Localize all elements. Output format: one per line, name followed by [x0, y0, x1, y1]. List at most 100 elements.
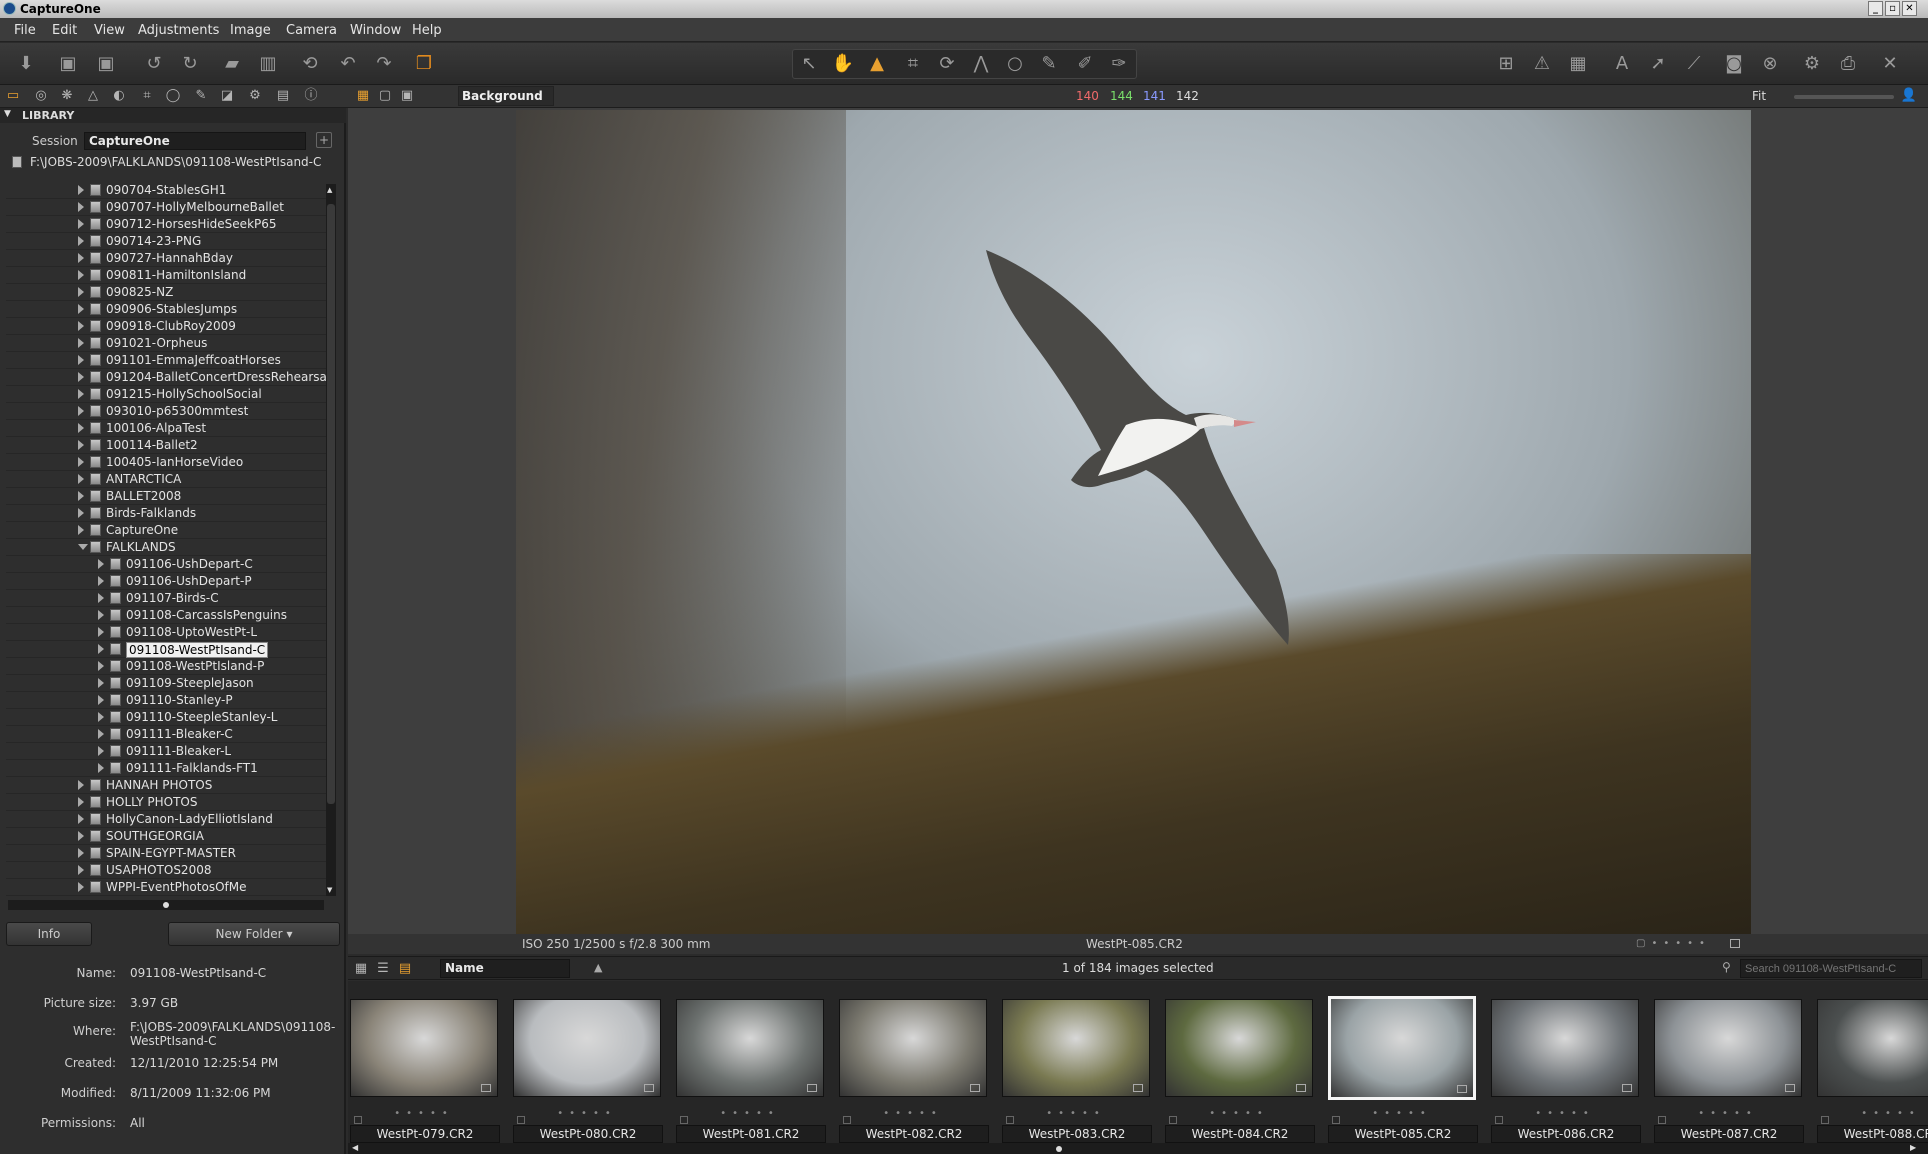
scroll-thumb[interactable] [327, 204, 335, 804]
filmstrip-scroll-right-icon[interactable]: ▶ [1910, 1143, 1916, 1152]
rating-dots[interactable]: ••••• [1491, 1108, 1639, 1119]
tree-row[interactable]: ANTARCTICA [6, 471, 326, 488]
tree-row[interactable]: 091108-WestPtIsland-P [6, 658, 326, 675]
tree-row[interactable]: USAPHOTOS2008 [6, 862, 326, 879]
menu-image[interactable]: Image [230, 23, 271, 38]
exposure-warning-icon[interactable]: ⚠ [1530, 52, 1554, 76]
tree-row[interactable]: 091215-HollySchoolSocial [6, 386, 326, 403]
library-header[interactable]: ▼ LIBRARY [0, 108, 346, 123]
grid-view-icon[interactable]: ▦ [354, 87, 372, 105]
thumbnail[interactable]: ••••• WestPt-085.CR2 [1328, 993, 1478, 1143]
tree-row[interactable]: 100405-IanHorseVideo [6, 454, 326, 471]
collapsed-arrow-icon[interactable] [98, 610, 104, 620]
zoom-level[interactable]: Fit [1752, 89, 1766, 103]
rating-dots[interactable]: ••••• [676, 1108, 824, 1119]
session-dropdown[interactable]: CaptureOne [84, 132, 306, 150]
collapsed-arrow-icon[interactable] [98, 746, 104, 756]
crop-icon[interactable]: ⌗ [901, 52, 925, 76]
print-icon[interactable]: ⎙ [1836, 52, 1860, 76]
tree-row[interactable]: SOUTHGEORGIA [6, 828, 326, 845]
select-cursor-icon[interactable]: ↖ [797, 52, 821, 76]
tree-row[interactable]: CaptureOne [6, 522, 326, 539]
maximize-button[interactable]: ▫ [1885, 1, 1900, 16]
collapsed-arrow-icon[interactable] [78, 202, 84, 212]
thumbnail-image[interactable] [676, 999, 824, 1097]
sort-dropdown[interactable]: Name [440, 959, 570, 978]
rating-dots[interactable]: ••••• [1654, 1108, 1802, 1119]
rotate-tool-icon[interactable]: ⟳ [935, 52, 959, 76]
camera-icon[interactable]: ▣ [94, 52, 118, 76]
collapsed-arrow-icon[interactable] [98, 729, 104, 739]
add-session-icon[interactable]: + [316, 132, 332, 148]
tree-row[interactable]: 091108-CarcassIsPenguins [6, 607, 326, 624]
redo-icon[interactable]: ↷ [372, 52, 396, 76]
library-tab-icon[interactable]: ▭ [4, 87, 22, 105]
zoom-slider[interactable] [1794, 95, 1894, 99]
folder-icon[interactable]: ▰ [220, 52, 244, 76]
filmstrip-scroll-left-icon[interactable]: ◀ [352, 1143, 358, 1152]
details-tab-icon[interactable]: ◯ [164, 87, 182, 105]
color-tab-icon[interactable]: ❋ [58, 87, 76, 105]
tree-row[interactable]: 100106-AlpaTest [6, 420, 326, 437]
camera-settings-icon[interactable]: ◙ [1722, 52, 1746, 76]
collapsed-arrow-icon[interactable] [78, 474, 84, 484]
keystone-icon[interactable]: ⋀ [969, 52, 993, 76]
tree-row[interactable]: 091204-BalletConcertDressRehearsal [6, 369, 326, 386]
tree-row[interactable]: 090906-StablesJumps [6, 301, 326, 318]
tree-row[interactable]: 090825-NZ [6, 284, 326, 301]
menu-view[interactable]: View [94, 23, 125, 38]
thumbnail[interactable]: ••••• WestPt-083.CR2 [1002, 993, 1152, 1143]
tree-row[interactable]: 090712-HorsesHideSeekP65 [6, 216, 326, 233]
tree-row[interactable]: 091108-UptoWestPt-L [6, 624, 326, 641]
collapsed-arrow-icon[interactable] [98, 644, 104, 654]
thumbnail[interactable]: ••••• WestPt-081.CR2 [676, 993, 826, 1143]
collapsed-arrow-icon[interactable] [98, 712, 104, 722]
tree-row[interactable]: 091021-Orpheus [6, 335, 326, 352]
tree-row[interactable]: HANNAH PHOTOS [6, 777, 326, 794]
thumbnail[interactable]: ••••• WestPt-084.CR2 [1165, 993, 1315, 1143]
tree-row[interactable]: 091108-WestPtIsand-C [6, 641, 326, 658]
grid-icon[interactable]: ▦ [1566, 52, 1590, 76]
thumbnail[interactable]: ••••• WestPt-079.CR2 [350, 993, 500, 1143]
tree-row[interactable]: Birds-Falklands [6, 505, 326, 522]
exposure-tab-icon[interactable]: △ [84, 87, 102, 105]
collapsed-arrow-icon[interactable] [78, 882, 84, 892]
proof-icon[interactable]: ⊞ [1494, 52, 1518, 76]
tree-row[interactable]: 090727-HannahBday [6, 250, 326, 267]
copy-adjustments-icon[interactable]: ❐ [412, 52, 436, 76]
menu-edit[interactable]: Edit [52, 23, 77, 38]
thumbnail[interactable]: ••••• WestPt-088.CR2 [1817, 993, 1928, 1143]
collapsed-arrow-icon[interactable] [78, 865, 84, 875]
capture-tab-icon[interactable]: ◎ [32, 87, 50, 105]
adjustments-tab-icon[interactable]: ◪ [218, 87, 236, 105]
tree-row[interactable]: 090707-HollyMelbourneBallet [6, 199, 326, 216]
collapsed-arrow-icon[interactable] [98, 559, 104, 569]
thumbnail[interactable]: ••••• WestPt-080.CR2 [513, 993, 663, 1143]
tree-row[interactable]: WPPI-EventPhotosOfMe [6, 879, 326, 896]
tree-row[interactable]: 100114-Ballet2 [6, 437, 326, 454]
collapsed-arrow-icon[interactable] [98, 576, 104, 586]
thumbnail-image[interactable] [1328, 996, 1476, 1100]
apply-icon[interactable]: ➚ [1646, 52, 1670, 76]
collapsed-arrow-icon[interactable] [78, 440, 84, 450]
browser-list-icon[interactable]: ☰ [374, 960, 392, 978]
close-button[interactable]: ✕ [1902, 1, 1917, 16]
tree-row[interactable]: 090811-HamiltonIsland [6, 267, 326, 284]
cancel-icon[interactable]: ⊗ [1758, 52, 1782, 76]
tree-row[interactable]: BALLET2008 [6, 488, 326, 505]
collapsed-arrow-icon[interactable] [78, 797, 84, 807]
browser-grid-icon[interactable]: ▦ [352, 960, 370, 978]
trash-icon[interactable]: ▥ [256, 52, 280, 76]
rotate-left-icon[interactable]: ↺ [142, 52, 166, 76]
thumbnail-image[interactable] [1002, 999, 1150, 1097]
tree-row[interactable]: SPAIN-EGYPT-MASTER [6, 845, 326, 862]
rating-dots[interactable]: ▢••••• [1636, 938, 1711, 949]
expanded-arrow-icon[interactable] [78, 544, 88, 550]
text-overlay-icon[interactable]: A [1610, 52, 1634, 76]
thumbnail[interactable]: ••••• WestPt-087.CR2 [1654, 993, 1804, 1143]
scroll-up-icon[interactable]: ▲ [327, 186, 335, 194]
menu-window[interactable]: Window [350, 23, 401, 38]
info-button[interactable]: Info [6, 922, 92, 946]
collapsed-arrow-icon[interactable] [98, 661, 104, 671]
reset-icon[interactable]: ⟲ [298, 52, 322, 76]
